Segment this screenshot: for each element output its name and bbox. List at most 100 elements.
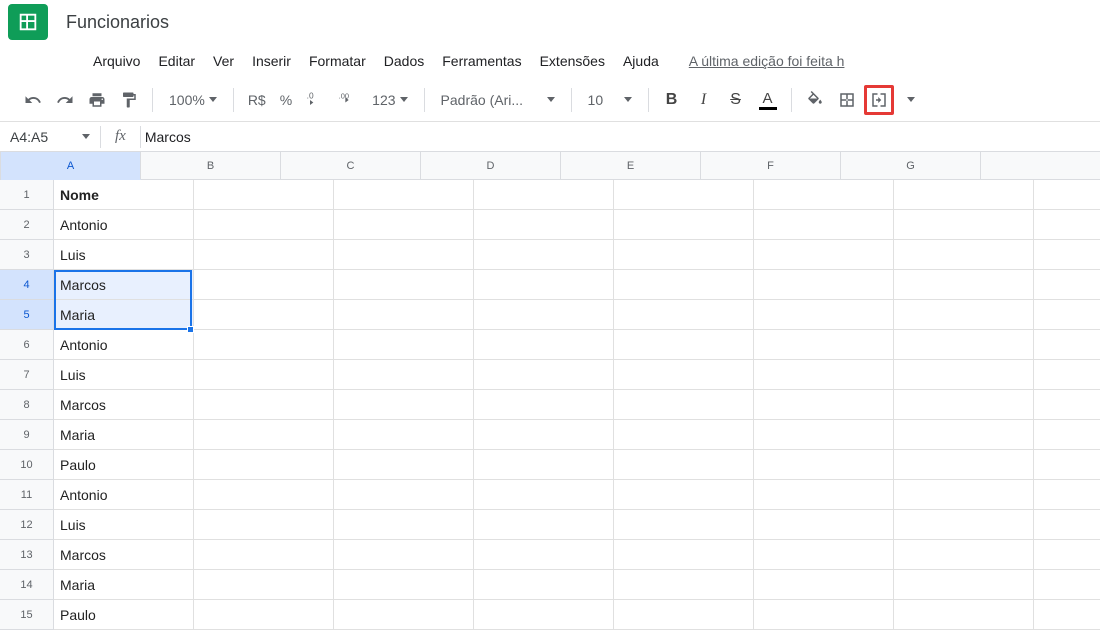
cell[interactable] [474, 240, 614, 270]
cell[interactable] [614, 510, 754, 540]
cell[interactable] [334, 600, 474, 630]
cell[interactable]: Paulo [54, 600, 194, 630]
menu-inserir[interactable]: Inserir [244, 49, 299, 73]
cell[interactable] [754, 240, 894, 270]
cell[interactable] [474, 510, 614, 540]
currency-button[interactable]: R$ [242, 92, 272, 108]
row-header[interactable]: 11 [0, 480, 54, 510]
column-header-B[interactable]: B [141, 152, 281, 180]
cell[interactable]: Maria [54, 420, 194, 450]
cell[interactable] [894, 390, 1034, 420]
text-color-button[interactable]: A [753, 85, 783, 115]
cell[interactable] [474, 600, 614, 630]
row-header[interactable]: 9 [0, 420, 54, 450]
merge-dropdown[interactable] [896, 85, 926, 115]
last-edit-link[interactable]: A última edição foi feita h [689, 53, 845, 69]
cell[interactable] [894, 570, 1034, 600]
cell[interactable] [474, 180, 614, 210]
paint-format-button[interactable] [114, 85, 144, 115]
cell[interactable] [334, 240, 474, 270]
cell[interactable]: Marcos [54, 540, 194, 570]
cell[interactable] [1034, 270, 1100, 300]
italic-button[interactable]: I [689, 85, 719, 115]
cell[interactable] [754, 570, 894, 600]
redo-button[interactable] [50, 85, 80, 115]
cell[interactable] [894, 210, 1034, 240]
cell[interactable] [754, 450, 894, 480]
cell[interactable] [194, 420, 334, 450]
cell[interactable] [614, 390, 754, 420]
row-header[interactable]: 2 [0, 210, 54, 240]
cell[interactable] [194, 240, 334, 270]
cell[interactable] [194, 300, 334, 330]
cell[interactable] [1034, 330, 1100, 360]
cell[interactable] [474, 450, 614, 480]
cell[interactable] [474, 480, 614, 510]
cell[interactable] [334, 540, 474, 570]
cell[interactable] [334, 330, 474, 360]
cell[interactable] [194, 270, 334, 300]
cell[interactable] [754, 360, 894, 390]
cell[interactable]: Nome [54, 180, 194, 210]
cell[interactable] [1034, 600, 1100, 630]
cell[interactable] [1034, 420, 1100, 450]
cell[interactable] [194, 510, 334, 540]
cell[interactable] [1034, 390, 1100, 420]
cell[interactable] [1034, 540, 1100, 570]
zoom-dropdown[interactable]: 100% [161, 92, 225, 108]
cell[interactable] [894, 180, 1034, 210]
cell[interactable] [754, 270, 894, 300]
cell[interactable]: Antonio [54, 210, 194, 240]
column-header-E[interactable]: E [561, 152, 701, 180]
cell[interactable] [1034, 180, 1100, 210]
row-header[interactable]: 8 [0, 390, 54, 420]
cell[interactable]: Antonio [54, 480, 194, 510]
percent-button[interactable]: % [274, 92, 298, 108]
cell[interactable] [754, 180, 894, 210]
fill-color-button[interactable] [800, 85, 830, 115]
column-header-F[interactable]: F [701, 152, 841, 180]
cell[interactable] [754, 600, 894, 630]
cell[interactable] [614, 540, 754, 570]
menu-ver[interactable]: Ver [205, 49, 242, 73]
cell[interactable] [614, 180, 754, 210]
cell[interactable] [754, 510, 894, 540]
column-header-D[interactable]: D [421, 152, 561, 180]
menu-arquivo[interactable]: Arquivo [85, 49, 148, 73]
cell[interactable] [754, 480, 894, 510]
cell[interactable] [474, 540, 614, 570]
merge-cells-button[interactable] [864, 85, 894, 115]
row-header[interactable]: 3 [0, 240, 54, 270]
cell[interactable] [334, 450, 474, 480]
cell[interactable] [334, 570, 474, 600]
cell[interactable] [754, 330, 894, 360]
cell[interactable] [194, 540, 334, 570]
strikethrough-button[interactable]: S [721, 85, 751, 115]
cell[interactable] [474, 420, 614, 450]
menu-ajuda[interactable]: Ajuda [615, 49, 667, 73]
row-header[interactable]: 15 [0, 600, 54, 630]
cell[interactable] [194, 480, 334, 510]
cell[interactable] [1034, 450, 1100, 480]
cell[interactable] [894, 450, 1034, 480]
menu-editar[interactable]: Editar [150, 49, 203, 73]
font-dropdown[interactable]: Padrão (Ari... [433, 92, 563, 108]
cell[interactable] [1034, 510, 1100, 540]
cell[interactable] [194, 390, 334, 420]
cell[interactable] [1034, 240, 1100, 270]
cell[interactable] [334, 360, 474, 390]
cell[interactable] [194, 570, 334, 600]
cell[interactable] [1034, 300, 1100, 330]
cell[interactable] [194, 180, 334, 210]
cell[interactable] [894, 360, 1034, 390]
increase-decimal-button[interactable]: .00 [332, 85, 362, 115]
row-header[interactable]: 1 [0, 180, 54, 210]
cell[interactable] [754, 390, 894, 420]
cell[interactable] [894, 480, 1034, 510]
document-title[interactable]: Funcionarios [66, 12, 169, 33]
cell[interactable] [614, 360, 754, 390]
cell[interactable] [894, 300, 1034, 330]
cell[interactable] [754, 420, 894, 450]
column-header-G[interactable]: G [841, 152, 981, 180]
cell[interactable] [334, 210, 474, 240]
